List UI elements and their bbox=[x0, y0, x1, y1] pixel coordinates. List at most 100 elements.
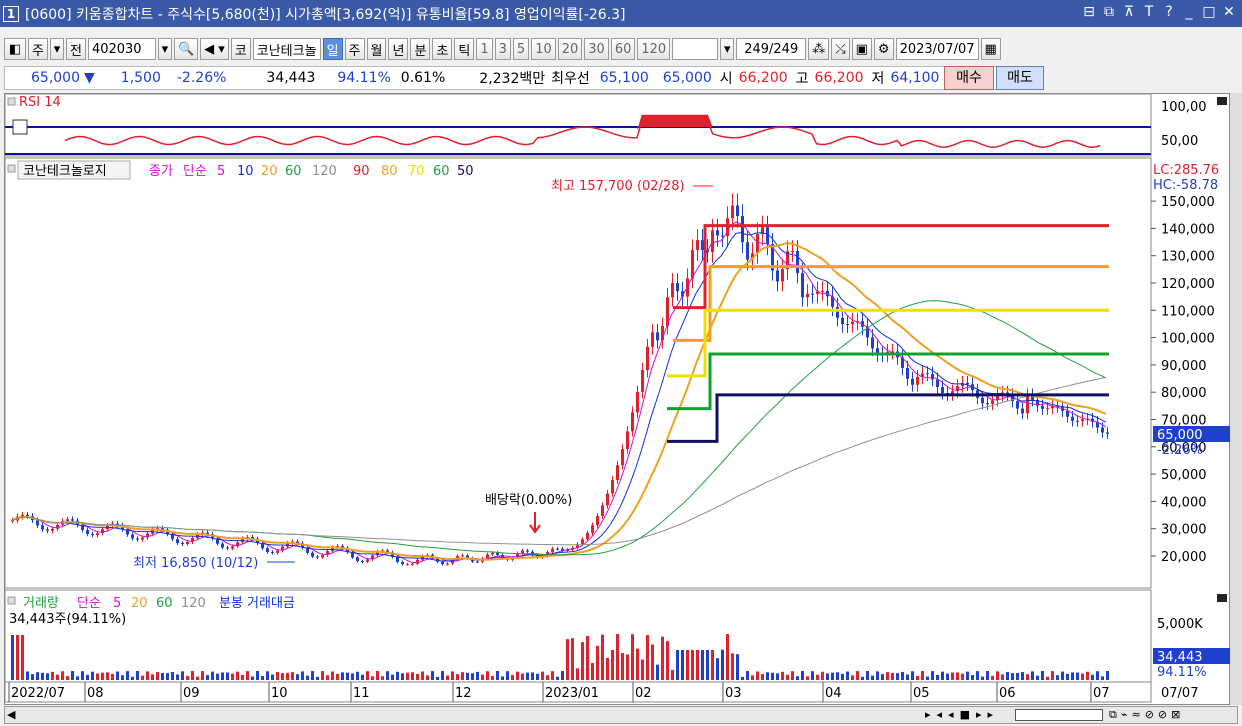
candle-body bbox=[756, 234, 759, 254]
tab-minute[interactable]: 분 bbox=[410, 38, 431, 60]
minimize-icon[interactable]: _ bbox=[1182, 4, 1196, 20]
candle-body bbox=[581, 539, 584, 545]
volume-bar bbox=[106, 672, 109, 680]
volume-bar bbox=[821, 671, 824, 680]
playback-controls-icon[interactable]: ▸◂◂■▸▸ bbox=[925, 708, 999, 721]
volume-bar bbox=[506, 671, 509, 680]
tab-tick[interactable]: 틱 bbox=[454, 38, 475, 60]
scroll-left-icon[interactable]: ◀ bbox=[7, 708, 15, 721]
x-axis-label: 07 bbox=[1093, 686, 1110, 701]
interval-1[interactable]: 1 bbox=[476, 38, 493, 60]
volume-bar bbox=[961, 673, 964, 680]
candle-body bbox=[691, 250, 694, 279]
volume-bar bbox=[96, 673, 99, 680]
interval-60[interactable]: 60 bbox=[610, 38, 636, 60]
rsi-toggle-icon[interactable] bbox=[7, 97, 16, 106]
candle-body bbox=[1066, 410, 1069, 417]
legend-toggle-icon[interactable] bbox=[7, 164, 16, 173]
candle-body bbox=[601, 505, 604, 516]
screen-icon[interactable]: ◧ bbox=[4, 38, 26, 60]
count-field[interactable]: 249/249 bbox=[736, 38, 807, 60]
volume-bar bbox=[666, 641, 669, 680]
link-icon[interactable]: ⁂ bbox=[808, 38, 830, 60]
search-icon[interactable]: 🔍 bbox=[173, 38, 199, 60]
type-select[interactable]: 주 bbox=[28, 38, 48, 60]
gear-icon[interactable]: ⚙ bbox=[873, 38, 894, 60]
volume-ma-type: 단순 bbox=[77, 596, 101, 611]
candle-body bbox=[636, 391, 639, 413]
horizontal-scrollbar[interactable]: ◀ ▸◂◂■▸▸ ⧉⌁≈⊘⊘⊠ bbox=[4, 706, 1238, 724]
volume-bar bbox=[116, 671, 119, 680]
date-input[interactable]: 2023/07/07 bbox=[895, 38, 979, 60]
interval-input[interactable] bbox=[672, 38, 719, 60]
help-icon[interactable]: ? bbox=[1162, 4, 1176, 20]
volume-bar bbox=[66, 676, 69, 680]
price-axis-label: 20,000 bbox=[1161, 550, 1207, 565]
chevron-down-icon[interactable]: ▾ bbox=[49, 38, 64, 60]
x-axis-right-label: 07/07 bbox=[1161, 686, 1198, 701]
interval-30[interactable]: 30 bbox=[584, 38, 609, 60]
interval-3[interactable]: 3 bbox=[494, 38, 511, 60]
volume-bar bbox=[1051, 671, 1054, 680]
code-input[interactable]: 402030 bbox=[87, 38, 156, 60]
volume-bar bbox=[81, 671, 84, 680]
volume-bar bbox=[376, 671, 379, 680]
volume-bar bbox=[26, 671, 29, 680]
volume-panel-menu-icon[interactable] bbox=[1217, 594, 1227, 602]
candle-body bbox=[1106, 432, 1109, 434]
volume-ma5: 5 bbox=[113, 596, 121, 611]
interval-5[interactable]: 5 bbox=[512, 38, 530, 60]
tool-icons[interactable]: ⧉⌁≈⊘⊘⊠ bbox=[1109, 708, 1184, 722]
interval-dropdown-icon[interactable]: ▾ bbox=[720, 38, 735, 60]
volume-bar bbox=[316, 676, 319, 680]
maximize-icon[interactable]: □ bbox=[1202, 4, 1216, 20]
tab-day[interactable]: 일 bbox=[322, 38, 343, 60]
price-axis-label: 80,000 bbox=[1161, 386, 1207, 401]
close-icon[interactable]: ✕ bbox=[1222, 4, 1236, 20]
candle-body bbox=[66, 519, 69, 521]
buy-button[interactable]: 매수 bbox=[944, 66, 994, 90]
volume-bar bbox=[751, 675, 754, 680]
font-icon[interactable]: T bbox=[1142, 4, 1156, 20]
interval-10[interactable]: 10 bbox=[531, 38, 556, 60]
chart-area[interactable]: RSI 14 100,00 50,00 코난테크놀로지 종가 단순 5 10 2… bbox=[4, 93, 1231, 706]
calendar-icon[interactable]: ▦ bbox=[980, 38, 1001, 60]
volume-bar bbox=[551, 671, 554, 680]
candle-body bbox=[526, 550, 529, 552]
save-icon[interactable]: ▣ bbox=[851, 38, 872, 60]
pin-icon[interactable]: ⊼ bbox=[1122, 4, 1136, 20]
zoom-slider[interactable] bbox=[1015, 709, 1103, 721]
volume-toggle-icon[interactable] bbox=[7, 596, 16, 605]
volume-bar bbox=[186, 675, 189, 680]
volume-bar bbox=[756, 671, 759, 680]
sell-button[interactable]: 매도 bbox=[996, 66, 1044, 90]
grid-icon[interactable] bbox=[12, 119, 28, 135]
candle-body bbox=[406, 564, 409, 566]
interval-20[interactable]: 20 bbox=[557, 38, 583, 60]
candle-body bbox=[806, 293, 809, 298]
volume-pct-label: 94.11% bbox=[1157, 665, 1207, 680]
sound-icon[interactable]: ◀ ▾ bbox=[200, 38, 229, 60]
tab-second[interactable]: 초 bbox=[432, 38, 453, 60]
tile-icon[interactable]: ⧉ bbox=[1102, 4, 1116, 20]
volume-bar bbox=[1106, 671, 1109, 680]
volume-bar bbox=[136, 671, 139, 680]
volume-bar bbox=[581, 642, 584, 680]
volume-bar bbox=[731, 653, 734, 680]
stock-chart[interactable]: RSI 14 100,00 50,00 코난테크놀로지 종가 단순 5 10 2… bbox=[4, 93, 1231, 706]
indicator-icon[interactable]: ⤯ bbox=[831, 38, 850, 60]
rsi-panel-menu-icon[interactable] bbox=[1217, 97, 1227, 105]
tab-week[interactable]: 주 bbox=[344, 38, 365, 60]
code-dropdown-icon[interactable]: ▾ bbox=[157, 38, 172, 60]
candle-body bbox=[496, 552, 499, 555]
candle-body bbox=[626, 431, 629, 450]
volume-bar bbox=[121, 675, 124, 680]
tab-year[interactable]: 년 bbox=[388, 38, 409, 60]
volume-bar bbox=[11, 635, 14, 680]
interval-120[interactable]: 120 bbox=[637, 38, 671, 60]
volume-ma60: 60 bbox=[156, 596, 173, 611]
restore-layout-icon[interactable]: ⊟ bbox=[1082, 4, 1096, 20]
candle-body bbox=[911, 378, 914, 385]
tab-month[interactable]: 월 bbox=[366, 38, 387, 60]
prev-button[interactable]: 전 bbox=[65, 38, 86, 60]
